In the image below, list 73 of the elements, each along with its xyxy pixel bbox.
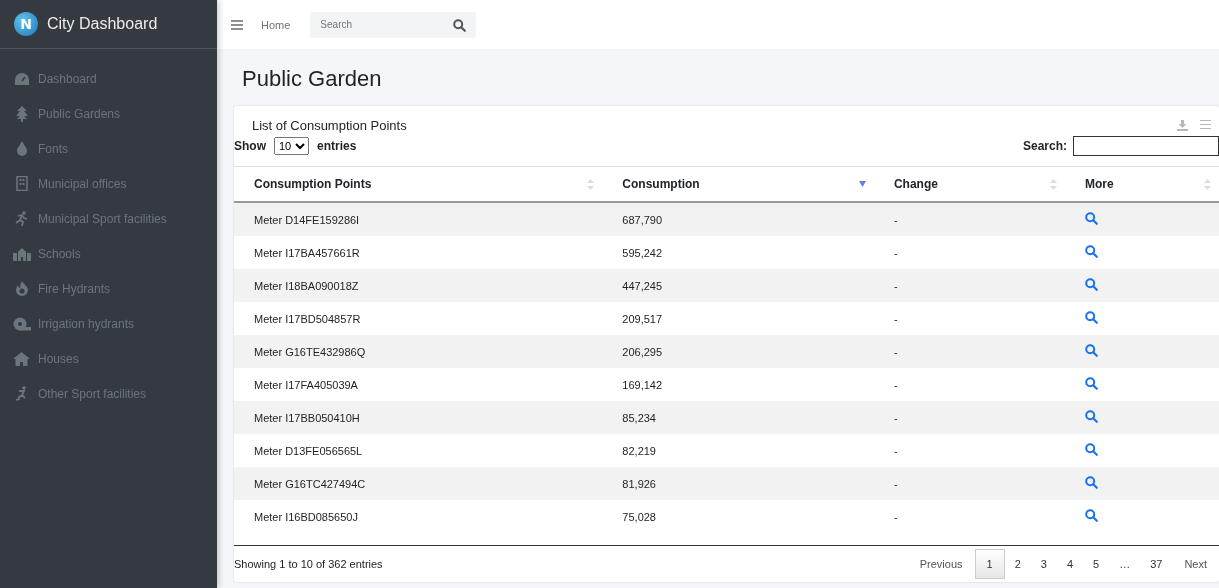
table-cell: 169,142 bbox=[602, 368, 874, 401]
table-cell: Meter I17BB050410H bbox=[234, 401, 603, 434]
search-icon[interactable] bbox=[1085, 278, 1098, 291]
search-icon[interactable] bbox=[1085, 410, 1098, 423]
page-button[interactable]: 5 bbox=[1083, 549, 1110, 579]
search-icon[interactable] bbox=[1085, 344, 1098, 357]
table-cell: 209,517 bbox=[602, 302, 874, 335]
page-button[interactable]: … bbox=[1109, 549, 1141, 579]
table-cell: - bbox=[873, 368, 1065, 401]
page-button[interactable]: 4 bbox=[1056, 549, 1083, 579]
search-label: Search: bbox=[1022, 139, 1067, 153]
page-title: Public Garden bbox=[242, 66, 383, 93]
search-icon[interactable] bbox=[1085, 443, 1098, 456]
table-cell: 687,790 bbox=[602, 202, 874, 236]
search-icon[interactable] bbox=[1085, 476, 1098, 489]
table-info: Showing 1 to 10 of 362 entries bbox=[234, 558, 383, 570]
table-cell: Meter G16TC427494C bbox=[234, 467, 603, 500]
table-cell: Meter I18BA090018Z bbox=[234, 269, 603, 302]
search-icon[interactable] bbox=[1085, 377, 1098, 390]
menu-icon[interactable] bbox=[231, 19, 243, 30]
search-icon[interactable] bbox=[1085, 245, 1098, 258]
page-button[interactable]: 2 bbox=[1004, 549, 1031, 579]
table-cell: Meter D13FE056565L bbox=[234, 434, 603, 467]
page-button[interactable]: 1 bbox=[974, 549, 1005, 579]
table-cell: 85,234 bbox=[602, 401, 874, 434]
gauge-icon bbox=[13, 71, 30, 86]
table-cell: 75,028 bbox=[602, 500, 874, 533]
table-cell: 595,242 bbox=[602, 236, 874, 269]
tape-icon bbox=[12, 316, 31, 331]
table-cell: Meter I17BD504857R bbox=[234, 302, 603, 335]
table-cell: - bbox=[873, 302, 1065, 335]
table-cell: Meter D14FE159286I bbox=[234, 202, 603, 236]
building-icon bbox=[15, 176, 28, 191]
table-cell: - bbox=[873, 500, 1065, 533]
search-field[interactable]: Search bbox=[310, 11, 477, 38]
table-cell: Meter I16BD085650J bbox=[234, 500, 603, 533]
table-search-field[interactable] bbox=[1073, 136, 1219, 156]
card-title: List of Consumption Points bbox=[252, 118, 407, 133]
home-link[interactable]: Home bbox=[261, 18, 291, 31]
previous-button[interactable]: Previous bbox=[907, 549, 975, 579]
drop-icon bbox=[15, 141, 28, 156]
skater-icon bbox=[14, 386, 29, 401]
logo: N bbox=[14, 12, 38, 36]
school-icon bbox=[12, 246, 31, 261]
search-icon[interactable] bbox=[1085, 509, 1098, 522]
next-button[interactable]: Next bbox=[1172, 549, 1219, 579]
table-cell: 447,245 bbox=[602, 269, 874, 302]
table-cell: - bbox=[873, 202, 1065, 236]
table-cell: 206,295 bbox=[602, 335, 874, 368]
flame-icon bbox=[14, 281, 29, 296]
tree-icon bbox=[15, 105, 28, 122]
search-icon[interactable] bbox=[1085, 212, 1098, 225]
entries-label: entries bbox=[317, 139, 357, 153]
page-button[interactable]: 37 bbox=[1140, 549, 1173, 579]
search-icon bbox=[453, 18, 467, 32]
table-cell: 81,926 bbox=[602, 467, 874, 500]
app-name: City Dashboard bbox=[47, 15, 158, 33]
table-cell: 82,219 bbox=[602, 434, 874, 467]
table-cell: Meter I17FA405039A bbox=[234, 368, 603, 401]
show-label: Show bbox=[234, 139, 266, 153]
table-cell: - bbox=[873, 467, 1065, 500]
search-icon[interactable] bbox=[1085, 311, 1098, 324]
table-cell: - bbox=[873, 335, 1065, 368]
table-cell: Meter G16TE432986Q bbox=[234, 335, 603, 368]
house-icon bbox=[13, 351, 30, 366]
table-cell: Meter I17BA457661R bbox=[234, 236, 603, 269]
table-cell: - bbox=[873, 236, 1065, 269]
page-size-select[interactable]: 10 bbox=[274, 137, 309, 155]
table-cell: - bbox=[873, 434, 1065, 467]
table-cell: - bbox=[873, 401, 1065, 434]
table-cell: - bbox=[873, 269, 1065, 302]
page-button[interactable]: 3 bbox=[1030, 549, 1057, 579]
runner-icon bbox=[14, 211, 29, 226]
